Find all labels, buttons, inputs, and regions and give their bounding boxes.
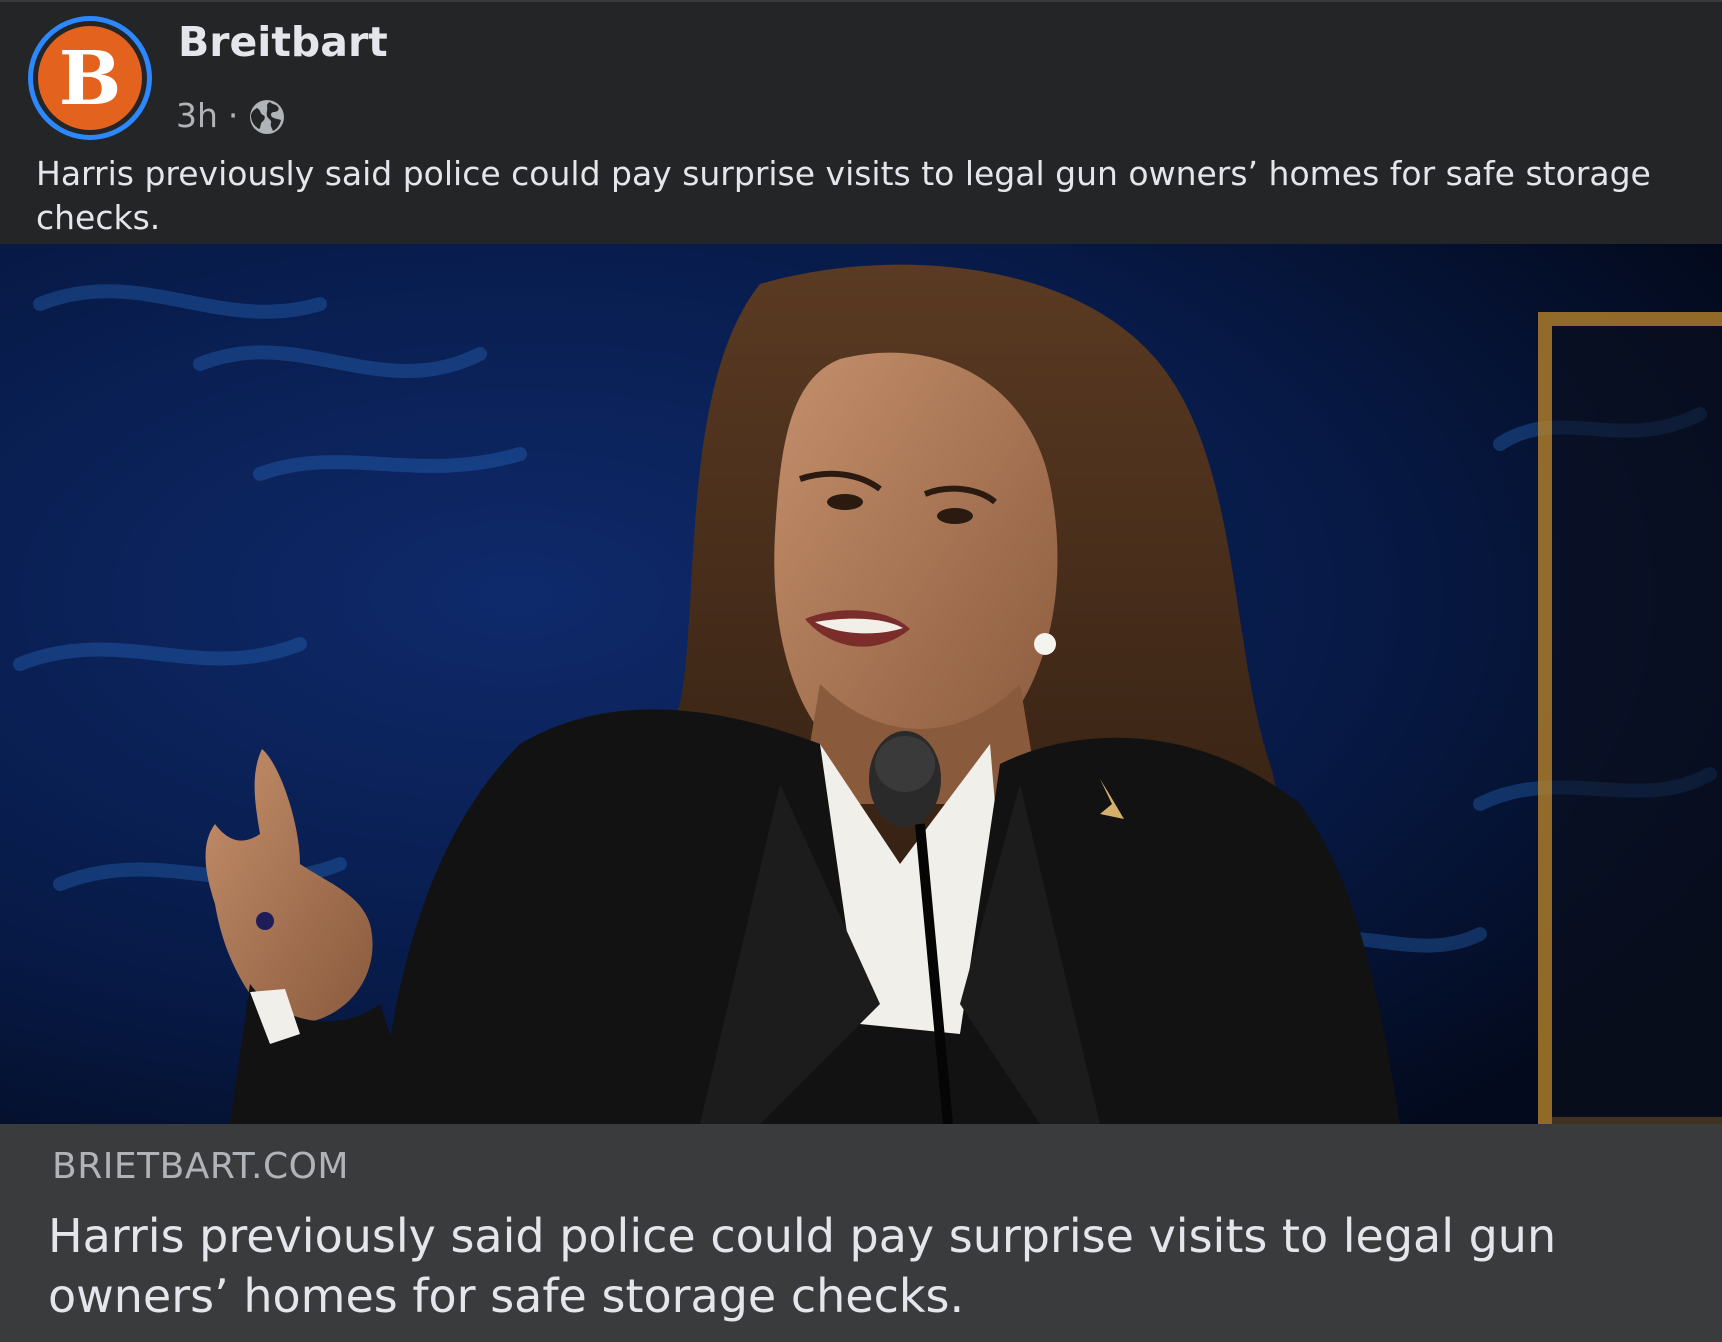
link-preview[interactable]: BRIETBART.COM Harris previously said pol… xyxy=(0,1124,1722,1342)
globe-icon[interactable] xyxy=(248,98,286,136)
link-domain: BRIETBART.COM xyxy=(52,1146,349,1187)
meta-separator: · xyxy=(227,95,239,135)
page-avatar[interactable]: B xyxy=(28,16,152,140)
logo-letter: B xyxy=(58,36,122,122)
facebook-post: B Breitbart 3h · Harris previously said … xyxy=(0,0,1722,1342)
link-headline[interactable]: Harris previously said police could pay … xyxy=(48,1206,1688,1326)
post-timestamp[interactable]: 3h xyxy=(176,96,218,135)
post-meta: 3h · xyxy=(176,94,286,136)
post-header: B Breitbart 3h · Harris previously said … xyxy=(0,2,1722,242)
post-photo[interactable] xyxy=(0,244,1722,1124)
breitbart-logo: B xyxy=(38,26,142,130)
post-caption: Harris previously said police could pay … xyxy=(36,154,1651,237)
page-name-link[interactable]: Breitbart xyxy=(178,18,388,66)
